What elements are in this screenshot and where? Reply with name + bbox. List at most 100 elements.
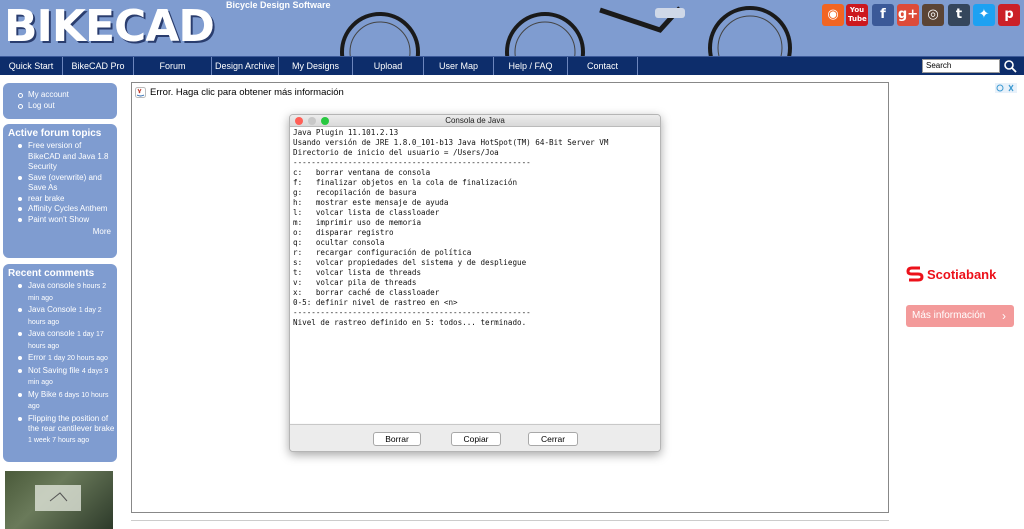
google-plus-icon[interactable]: g+ [897, 4, 919, 26]
comment-link[interactable]: Java console [28, 329, 75, 338]
twitter-icon[interactable]: ✦ [973, 4, 995, 26]
nav-quick-start[interactable]: Quick Start [0, 57, 63, 75]
comment-item: Flipping the position of the rear cantil… [17, 414, 117, 447]
thumbnail-image [35, 485, 81, 511]
comment-item: Not Saving file 4 days 9 min ago [17, 366, 117, 389]
nav-contact[interactable]: Contact [568, 57, 638, 75]
nav-help-faq[interactable]: Help / FAQ [494, 57, 568, 75]
site-header: BIKECAD Bicycle Design Software ◉ You Tub… [0, 0, 1024, 56]
close-button[interactable]: Cerrar [528, 432, 578, 446]
comments-block-title: Recent comments [8, 268, 95, 279]
comment-meta: 1 day 20 hours ago [48, 355, 108, 362]
comment-meta: 1 week 7 hours ago [28, 436, 90, 444]
console-title: Consola de Java [445, 116, 505, 125]
comment-link[interactable]: Java console [28, 281, 75, 290]
java-error-icon [135, 86, 146, 98]
console-button-bar: Borrar Copiar Cerrar [290, 424, 660, 451]
forum-topic-link[interactable]: rear brake [17, 194, 117, 205]
comment-item: Error 1 day 20 hours ago [17, 353, 117, 365]
comment-item: Java console 1 day 17 hours ago [17, 329, 117, 352]
forum-topic-link[interactable]: Paint won't Show [17, 215, 117, 226]
video-thumbnail[interactable] [5, 471, 113, 529]
chevron-right-icon: › [1002, 309, 1006, 323]
copy-button[interactable]: Copiar [451, 432, 501, 446]
forum-topic-link[interactable]: Free version of BikeCAD and Java 1.8 Sec… [17, 141, 117, 173]
scotiabank-ad-logo[interactable]: Scotiabank [906, 264, 996, 284]
console-line: m: imprimir uso de memoria [293, 218, 422, 227]
my-account-link[interactable]: My account [17, 90, 117, 101]
rss-icon-glyph: ◉ [827, 7, 839, 22]
console-line: x: borrar caché de classloader [293, 288, 440, 297]
console-line: Usando versión de JRE 1.8.0_101-b13 Java… [293, 138, 609, 147]
account-block: My account Log out [3, 83, 117, 119]
site-tagline: Bicycle Design Software [226, 0, 331, 10]
facebook-icon-glyph: f [880, 7, 886, 22]
forum-block-title: Active forum topics [8, 128, 102, 139]
comment-link[interactable]: Not Saving file [28, 366, 80, 375]
console-line: f: finalizar objetos en la cola de final… [293, 178, 518, 187]
active-forum-topics-block: Active forum topics Free version of Bike… [3, 124, 117, 258]
applet-error-message[interactable]: Error. Haga clic para obtener más inform… [135, 85, 344, 99]
youtube-icon[interactable]: You Tube [846, 4, 868, 26]
console-line: g: recopilación de basura [293, 188, 417, 197]
search-icon[interactable] [1003, 59, 1017, 73]
google-plus-icon-glyph: g+ [897, 7, 919, 22]
nav-bikecad-pro[interactable]: BikeCAD Pro [63, 57, 134, 75]
console-line: l: volcar lista de classloader [293, 208, 440, 217]
ad-more-info-button[interactable]: Más información › [906, 305, 1014, 327]
facebook-icon[interactable]: f [872, 4, 894, 26]
nav-design-archive[interactable]: Design Archive [212, 57, 279, 75]
ad-cta-label: Más información [912, 310, 986, 321]
forum-topic-link[interactable]: Affinity Cycles Anthem [17, 204, 117, 215]
scotiabank-logo-icon [906, 266, 924, 282]
tumblr-icon[interactable]: t [948, 4, 970, 26]
console-line: Nivel de rastreo definido en 5: todos...… [293, 318, 527, 327]
java-console-window: Consola de Java Java Plugin 11.101.2.13 U… [289, 114, 661, 452]
site-logo[interactable]: BIKECAD [4, 2, 215, 52]
console-line: ----------------------------------------… [293, 158, 531, 167]
comment-link[interactable]: Flipping the position of the rear cantil… [28, 414, 114, 434]
instagram-icon-glyph: ◎ [927, 7, 939, 22]
comment-item: Java Console 1 day 2 hours ago [17, 305, 117, 328]
main-navigation: Quick Start BikeCAD Pro Forum Design Arc… [0, 56, 1024, 75]
comment-item: My Bike 6 days 10 hours ago [17, 390, 117, 413]
recent-comments-block: Recent comments Java console 9 hours 2 m… [3, 264, 117, 462]
pinterest-icon-glyph: p [1004, 7, 1014, 22]
adchoices-icon[interactable] [995, 83, 1017, 93]
forum-topic-link[interactable]: Save (overwrite) and Save As [17, 173, 117, 194]
error-text[interactable]: Error. Haga clic para obtener más inform… [150, 87, 344, 98]
pinterest-icon[interactable]: p [998, 4, 1020, 26]
console-titlebar[interactable]: Consola de Java [290, 115, 660, 127]
console-line: h: mostrar este mensaje de ayuda [293, 198, 449, 207]
console-line: 0-5: definir nivel de rastreo en <n> [293, 298, 458, 307]
comment-item: Java console 9 hours 2 min ago [17, 281, 117, 304]
console-line: r: recargar configuración de política [293, 248, 472, 257]
tumblr-icon-glyph: t [955, 7, 963, 22]
console-line: ----------------------------------------… [293, 308, 531, 317]
console-line: o: disparar registro [293, 228, 394, 237]
console-line: Directorio de inicio del usuario = /User… [293, 148, 499, 157]
rss-icon[interactable]: ◉ [822, 4, 844, 26]
comment-link[interactable]: Error [28, 353, 46, 362]
ad-brand-name: Scotiabank [927, 266, 997, 282]
instagram-icon[interactable]: ◎ [922, 4, 944, 26]
console-line: t: volcar lista de threads [293, 268, 422, 277]
bicycle-banner-image [340, 6, 792, 56]
comment-link[interactable]: Java Console [28, 305, 76, 314]
log-out-link[interactable]: Log out [17, 101, 117, 112]
twitter-icon-glyph: ✦ [978, 7, 990, 22]
console-line: q: ocultar consola [293, 238, 385, 247]
nav-user-map[interactable]: User Map [424, 57, 494, 75]
console-line: s: volcar propiedades del sistema y de d… [293, 258, 527, 267]
clear-button[interactable]: Borrar [373, 432, 421, 446]
console-output[interactable]: Java Plugin 11.101.2.13 Usando versión de… [290, 127, 660, 423]
nav-forum[interactable]: Forum [134, 57, 212, 75]
search-input[interactable]: Search [922, 59, 1000, 73]
nav-upload[interactable]: Upload [353, 57, 424, 75]
console-line: v: volcar pila de threads [293, 278, 417, 287]
nav-my-designs[interactable]: My Designs [279, 57, 353, 75]
more-topics-link[interactable]: More [3, 225, 117, 240]
console-line: c: borrar ventana de consola [293, 168, 431, 177]
divider [131, 520, 889, 521]
comment-link[interactable]: My Bike [28, 390, 56, 399]
